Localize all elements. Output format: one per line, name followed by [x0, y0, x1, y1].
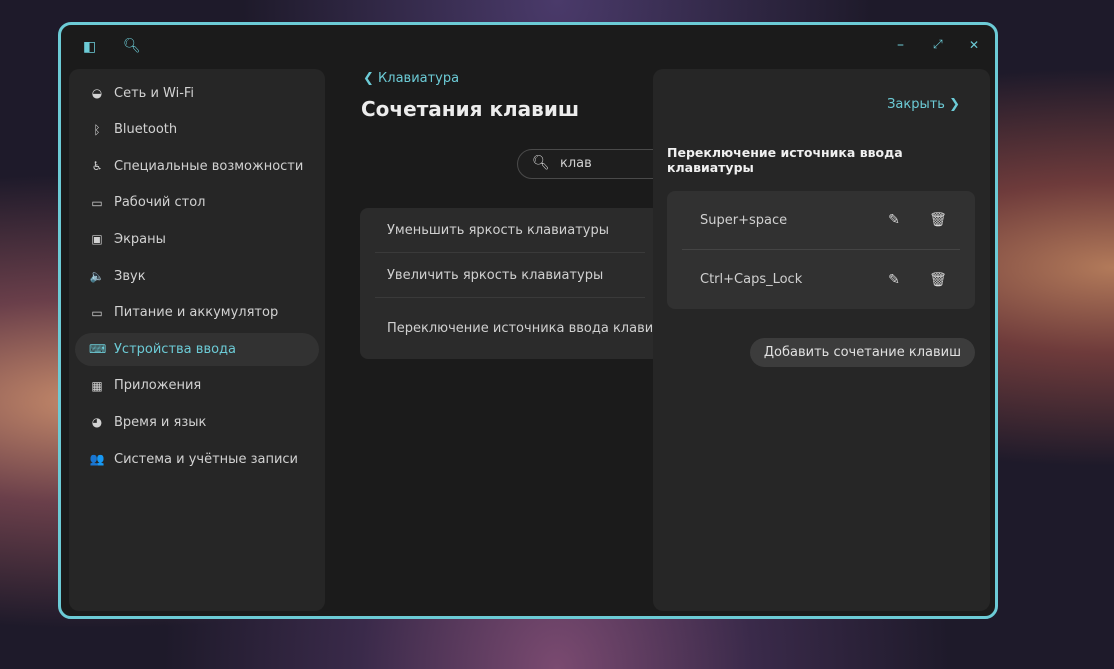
delete-icon[interactable]: 🗑︎ — [916, 272, 960, 288]
edit-icon[interactable]: ✎ — [872, 272, 916, 288]
sidebar-item-label: Рабочий стол — [114, 195, 206, 211]
sidebar-item-6[interactable]: ▭ Питание и аккумулятор — [75, 296, 319, 329]
sidebar-item-0[interactable]: ◒ Сеть и Wi-Fi — [75, 77, 319, 110]
sidebar-item-label: Сеть и Wi-Fi — [114, 85, 195, 101]
sidebar-item-5[interactable]: 🔈 Звук — [75, 260, 319, 293]
back-label: Клавиатура — [378, 71, 460, 86]
sidebar-item-3[interactable]: ▭ Рабочий стол — [75, 186, 319, 219]
users-icon: 👥 — [89, 452, 105, 467]
sidebar-item-10[interactable]: 👥 Система и учётные записи — [75, 443, 319, 476]
settings-window: ◧ 🔍︎ – ⤢ ✕ ◒ Сеть и Wi-Fi ᛒ Bluetooth ♿ Специ… — [58, 22, 998, 619]
page-title: Сочетания клавиш — [361, 97, 580, 121]
list-item[interactable]: Уменьшить яркость клавиатуры — [375, 208, 645, 253]
maximize-button[interactable]: ⤢ — [933, 37, 943, 52]
sidebar-item-label: Питание и аккумулятор — [114, 305, 279, 321]
sidebar-item-label: Время и язык — [114, 414, 207, 430]
shortcut-keys: Super+space — [700, 212, 788, 228]
desktop-icon: ▭ — [91, 195, 103, 210]
sidebar-item-label: Экраны — [114, 231, 166, 247]
sidebar-item-label: Bluetooth — [114, 122, 178, 138]
speaker-icon: 🔈 — [89, 269, 105, 284]
shortcut-row: Ctrl+Caps_Lock ✎ 🗑︎ — [682, 250, 960, 309]
sidebar: ◒ Сеть и Wi-Fi ᛒ Bluetooth ♿ Специальные возм… — [69, 69, 325, 611]
keyboard-icon: ⌨ — [89, 342, 107, 357]
shortcut-row: Super+space ✎ 🗑︎ — [682, 191, 960, 250]
chevron-right-icon: ❯ — [944, 97, 960, 112]
sidebar-item-1[interactable]: ᛒ Bluetooth — [75, 113, 319, 146]
sidebar-item-label: Приложения — [114, 378, 202, 394]
display-icon: ▣ — [91, 232, 103, 247]
sidebar-item-label: Специальные возможности — [114, 158, 304, 174]
wifi-icon: ◒ — [91, 86, 103, 101]
results-list: Уменьшить яркость клавиатуры Увеличить я… — [360, 208, 660, 359]
shortcut-keys: Ctrl+Caps_Lock — [700, 272, 803, 287]
accessibility-icon: ♿ — [91, 159, 103, 174]
shortcut-detail-panel: Закрыть ❯ Переключение источника ввода к… — [653, 69, 990, 611]
minimize-button[interactable]: – — [897, 37, 904, 53]
apps-grid-icon: ▦ — [91, 378, 103, 393]
search-icon[interactable]: 🔍︎ — [123, 38, 141, 54]
add-shortcut-button[interactable]: Добавить сочетание клавиш — [749, 338, 975, 367]
sidebar-item-label: Устройства ввода — [114, 341, 237, 357]
list-item[interactable]: Переключение источника ввода клавиатуры — [375, 298, 660, 358]
chevron-left-icon: ❮ — [363, 71, 379, 86]
sidebar-item-8[interactable]: ▦ Приложения — [75, 369, 319, 402]
close-label: Закрыть — [887, 97, 945, 112]
sidebar-toggle-icon[interactable]: ◧ — [83, 39, 96, 55]
delete-icon[interactable]: 🗑︎ — [916, 212, 960, 228]
sidebar-item-4[interactable]: ▣ Экраны — [75, 223, 319, 256]
time-language-icon: ◕ — [91, 415, 103, 430]
sidebar-item-9[interactable]: ◕ Время и язык — [75, 406, 319, 439]
edit-icon[interactable]: ✎ — [872, 212, 916, 228]
back-link[interactable]: ❮ Клавиатура — [363, 71, 459, 86]
sidebar-item-label: Система и учётные записи — [114, 451, 298, 467]
panel-title: Переключение источника ввода клавиатуры — [667, 145, 903, 175]
shortcut-list: Super+space ✎ 🗑︎ Ctrl+Caps_Lock ✎ 🗑︎ — [667, 191, 975, 309]
search-icon: 🔍︎ — [532, 155, 550, 171]
close-window-button[interactable]: ✕ — [969, 38, 979, 52]
list-item[interactable]: Увеличить яркость клавиатуры — [375, 253, 645, 298]
close-panel-button[interactable]: Закрыть ❯ — [887, 97, 960, 112]
sidebar-item-2[interactable]: ♿ Специальные возможности — [75, 150, 319, 183]
sidebar-item-7[interactable]: ⌨ Устройства ввода — [75, 332, 319, 366]
sidebar-item-label: Звук — [114, 268, 146, 284]
battery-icon: ▭ — [91, 305, 103, 320]
search-value: клав — [560, 156, 592, 171]
bluetooth-icon: ᛒ — [93, 122, 101, 137]
